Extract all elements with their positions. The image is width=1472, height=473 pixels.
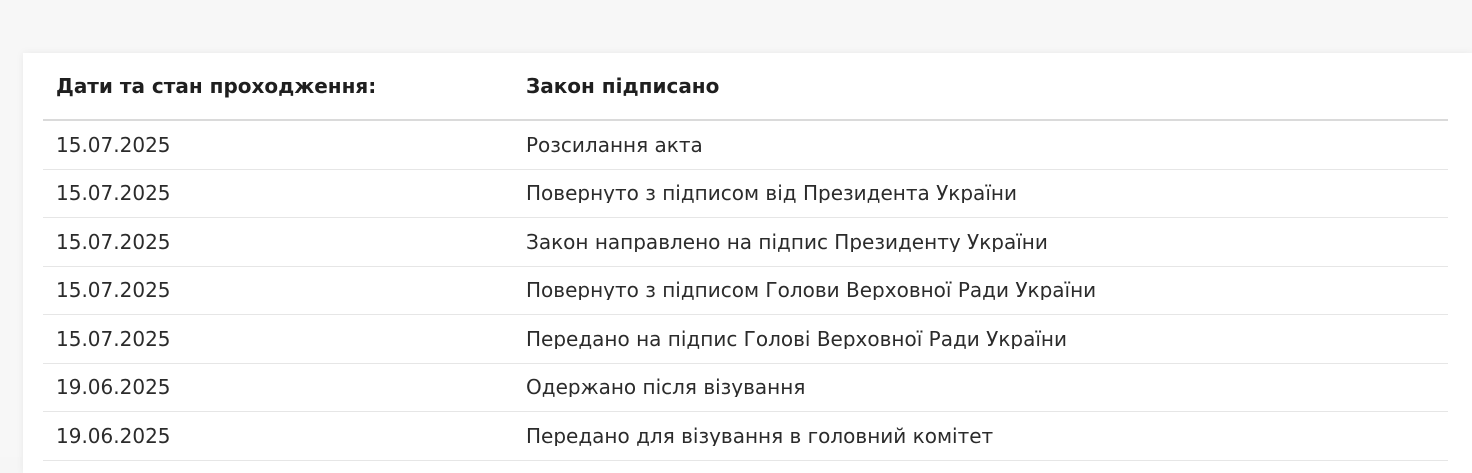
- table-row: 15.07.2025 Повернуто з підписом від През…: [43, 170, 1448, 218]
- row-status: Повернуто з підписом від Президента Укра…: [526, 183, 1017, 204]
- table-row: 19.06.2025 Одержано після візування: [43, 364, 1448, 412]
- row-status: Закон направлено на підпис Президенту Ук…: [526, 231, 1048, 252]
- row-status: Передано на підпис Голові Верховної Ради…: [526, 328, 1067, 349]
- table-row: 15.07.2025 Повернуто з підписом Голови В…: [43, 267, 1448, 315]
- row-status: Передано для візування в головний коміте…: [526, 425, 994, 446]
- row-date: 15.07.2025: [56, 229, 171, 254]
- row-status: Розсилання акта: [526, 134, 703, 155]
- table-row: 15.07.2025 Передано на підпис Голові Вер…: [43, 315, 1448, 364]
- row-date: 15.07.2025: [56, 181, 171, 206]
- header-status-label: Закон підписано: [526, 76, 720, 96]
- table-row: 19.06.2025 Передано для візування в голо…: [43, 412, 1448, 461]
- row-date: 15.07.2025: [56, 326, 171, 351]
- row-status: Повернуто з підписом Голови Верховної Ра…: [526, 280, 1097, 301]
- status-card: Дати та стан проходження: Закон підписан…: [23, 53, 1472, 473]
- row-status: Одержано після візування: [526, 377, 806, 398]
- page-background: Дати та стан проходження: Закон підписан…: [0, 0, 1472, 473]
- row-date: 19.06.2025: [56, 375, 171, 400]
- table-header-row: Дати та стан проходження: Закон підписан…: [43, 53, 1448, 121]
- row-date: 19.06.2025: [56, 423, 171, 448]
- table-row: 15.07.2025 Закон направлено на підпис Пр…: [43, 218, 1448, 267]
- row-date: 15.07.2025: [56, 132, 171, 157]
- header-dates-label: Дати та стан проходження:: [56, 74, 377, 98]
- table-row: 15.07.2025 Розсилання акта: [43, 121, 1448, 170]
- row-date: 15.07.2025: [56, 278, 171, 303]
- status-table: Дати та стан проходження: Закон підписан…: [43, 53, 1448, 461]
